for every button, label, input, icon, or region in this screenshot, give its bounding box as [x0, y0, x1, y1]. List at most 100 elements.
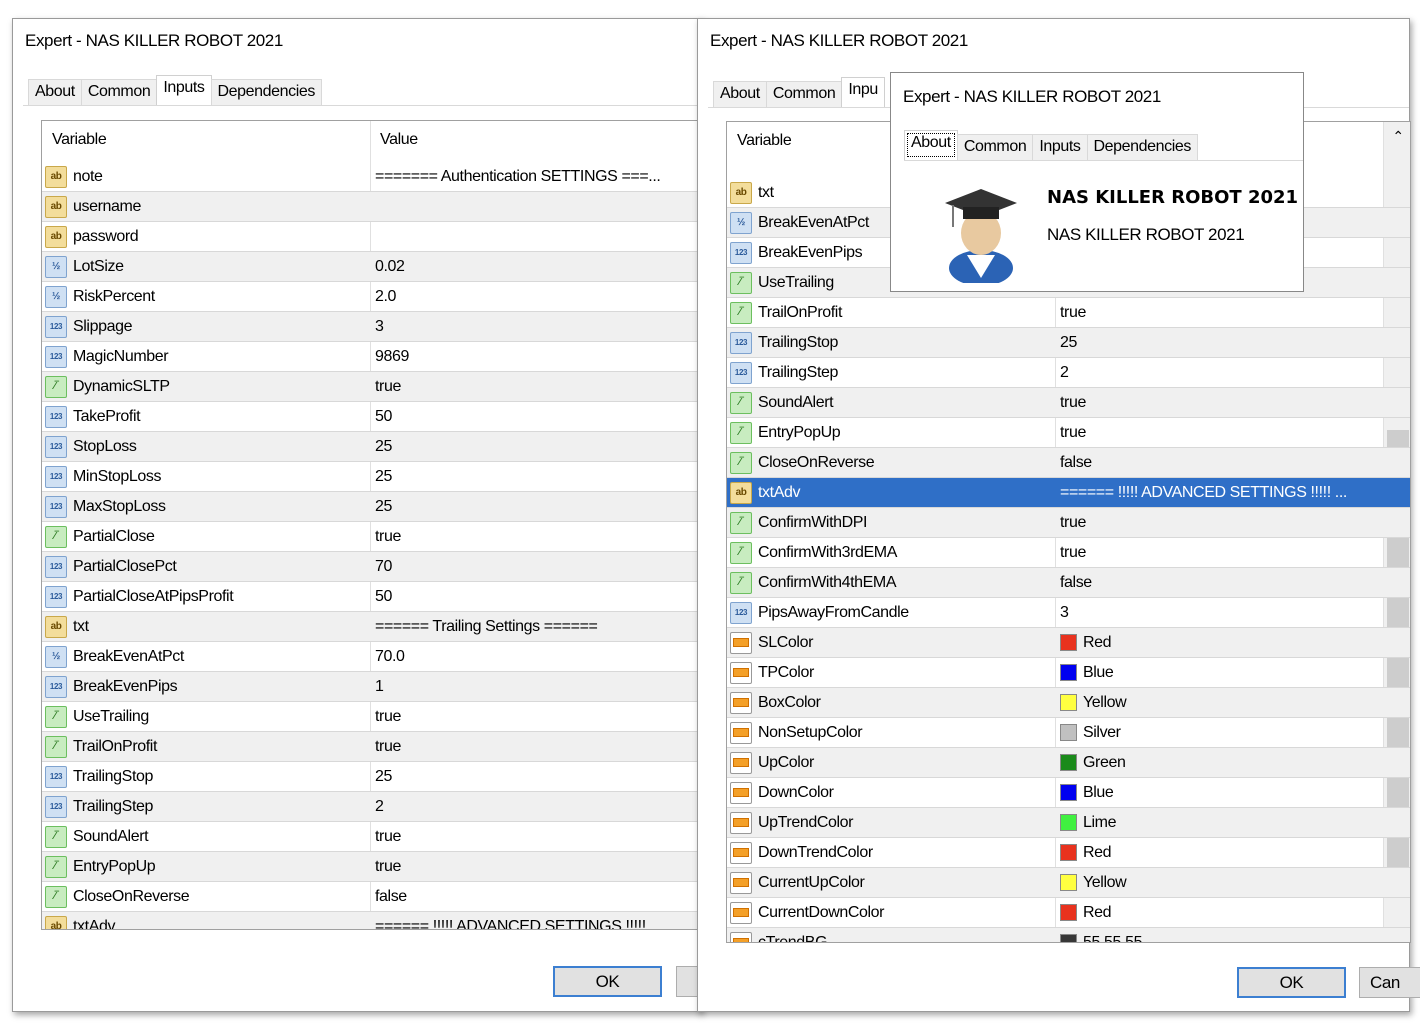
value-cell[interactable]: Blue — [1060, 778, 1114, 808]
value-cell[interactable]: 2.0 — [375, 282, 396, 312]
value-cell[interactable]: true — [1060, 388, 1086, 418]
value-cell[interactable]: 2 — [1060, 358, 1069, 388]
table-row[interactable]: ab username — [42, 192, 702, 222]
value-cell[interactable]: false — [375, 882, 407, 912]
table-row[interactable]: 123 PipsAwayFromCandle 3 — [727, 598, 1410, 628]
scroll-up-arrow-icon[interactable]: ⌃ — [1384, 128, 1410, 145]
table-row[interactable]: ⁄‾ DynamicSLTP true — [42, 372, 702, 402]
value-cell[interactable]: 0.02 — [375, 252, 405, 282]
tab-inputs[interactable]: Inputs — [1032, 134, 1088, 160]
value-cell[interactable]: 50 — [375, 402, 392, 432]
value-cell[interactable]: Red — [1060, 898, 1112, 928]
tab-inputs[interactable]: Inputs — [156, 75, 212, 105]
table-row[interactable]: ½ RiskPercent 2.0 — [42, 282, 702, 312]
value-cell[interactable]: true — [1060, 298, 1086, 328]
value-cell[interactable]: 3 — [375, 312, 384, 342]
tab-common[interactable]: Common — [956, 134, 1034, 160]
cancel-button[interactable]: Can — [1359, 967, 1420, 998]
value-cell[interactable]: Blue — [1060, 658, 1114, 688]
table-row[interactable]: 123 StopLoss 25 — [42, 432, 702, 462]
table-row[interactable]: BoxColor Yellow — [727, 688, 1410, 718]
value-cell[interactable]: false — [1060, 448, 1092, 478]
value-cell[interactable]: ====== !!!!! ADVANCED SETTINGS !!!!! ... — [1060, 478, 1347, 508]
tab-dependencies[interactable]: Dependencies — [210, 79, 323, 105]
table-row[interactable]: 123 TrailingStep 2 — [727, 358, 1410, 388]
tab-about[interactable]: About — [904, 130, 958, 160]
table-row[interactable]: ⁄‾ ConfirmWith4thEMA false — [727, 568, 1410, 598]
value-cell[interactable]: true — [375, 522, 401, 552]
value-cell[interactable]: true — [375, 852, 401, 882]
value-cell[interactable]: 1 — [375, 672, 384, 702]
table-row[interactable]: 123 MaxStopLoss 25 — [42, 492, 702, 522]
value-cell[interactable]: 25 — [375, 762, 392, 792]
table-row[interactable]: cTrendBG 55,55,55 — [727, 928, 1410, 942]
tab-about[interactable]: About — [28, 79, 82, 105]
value-cell[interactable]: Yellow — [1060, 688, 1127, 718]
table-row[interactable]: NonSetupColor Silver — [727, 718, 1410, 748]
table-row[interactable]: ab password — [42, 222, 702, 252]
value-cell[interactable]: Yellow — [1060, 868, 1127, 898]
table-row[interactable]: ⁄‾ SoundAlert true — [42, 822, 702, 852]
value-cell[interactable]: Red — [1060, 628, 1112, 658]
value-cell[interactable]: 25 — [375, 432, 392, 462]
table-row[interactable]: 123 TakeProfit 50 — [42, 402, 702, 432]
value-cell[interactable]: 70.0 — [375, 642, 405, 672]
value-cell[interactable]: true — [375, 372, 401, 402]
value-cell[interactable]: 50 — [375, 582, 392, 612]
table-row[interactable]: 123 Slippage 3 — [42, 312, 702, 342]
value-cell[interactable]: 3 — [1060, 598, 1069, 628]
tab-common[interactable]: Common — [765, 81, 843, 107]
table-row[interactable]: ⁄‾ ConfirmWith3rdEMA true — [727, 538, 1410, 568]
value-cell[interactable]: true — [1060, 508, 1086, 538]
table-row[interactable]: 123 PartialClosePct 70 — [42, 552, 702, 582]
table-row[interactable]: ⁄‾ SoundAlert true — [727, 388, 1410, 418]
table-row[interactable]: UpColor Green — [727, 748, 1410, 778]
table-row[interactable]: ½ LotSize 0.02 — [42, 252, 702, 282]
value-cell[interactable]: 25 — [375, 462, 392, 492]
table-row[interactable]: SLColor Red — [727, 628, 1410, 658]
tab-dependencies[interactable]: Dependencies — [1086, 134, 1199, 160]
value-cell[interactable]: true — [375, 732, 401, 762]
table-row[interactable]: CurrentUpColor Yellow — [727, 868, 1410, 898]
value-cell[interactable]: true — [375, 822, 401, 852]
table-row[interactable]: ⁄‾ UseTrailing true — [42, 702, 702, 732]
table-row[interactable]: 123 BreakEvenPips 1 — [42, 672, 702, 702]
value-cell[interactable]: 25 — [1060, 328, 1077, 358]
table-row[interactable]: 123 PartialCloseAtPipsProfit 50 — [42, 582, 702, 612]
table-row[interactable]: ⁄‾ EntryPopUp true — [727, 418, 1410, 448]
table-row[interactable]: ab note ======= Authentication SETTINGS ==… — [42, 162, 702, 192]
value-cell[interactable]: Green — [1060, 748, 1126, 778]
table-row[interactable]: ⁄‾ ConfirmWithDPI true — [727, 508, 1410, 538]
table-row[interactable]: DownColor Blue — [727, 778, 1410, 808]
table-row[interactable]: 123 MinStopLoss 25 — [42, 462, 702, 492]
table-row[interactable]: ab txtAdv ====== !!!!! ADVANCED SETTINGS !… — [727, 478, 1410, 508]
table-row[interactable]: ab txt ====== Trailing Settings ====== — [42, 612, 702, 642]
ok-button[interactable]: OK — [553, 966, 662, 997]
value-cell[interactable]: 70 — [375, 552, 392, 582]
tab-about[interactable]: About — [713, 81, 767, 107]
table-row[interactable]: ⁄‾ CloseOnReverse false — [42, 882, 702, 912]
value-cell[interactable]: 25 — [375, 492, 392, 522]
table-row[interactable]: ⁄‾ CloseOnReverse false — [727, 448, 1410, 478]
table-row[interactable]: ½ BreakEvenAtPct 70.0 — [42, 642, 702, 672]
value-cell[interactable]: true — [1060, 538, 1086, 568]
value-cell[interactable]: Silver — [1060, 718, 1121, 748]
table-row[interactable]: ab txtAdv ====== !!!!! ADVANCED SETTINGS !… — [42, 912, 702, 930]
value-cell[interactable]: 2 — [375, 792, 384, 822]
table-row[interactable]: 123 TrailingStop 25 — [42, 762, 702, 792]
table-row[interactable]: ⁄‾ TrailOnProfit true — [727, 298, 1410, 328]
ok-button[interactable]: OK — [1237, 967, 1346, 998]
table-row[interactable]: 123 TrailingStop 25 — [727, 328, 1410, 358]
value-cell[interactable]: false — [1060, 568, 1092, 598]
table-row[interactable]: 123 MagicNumber 9869 — [42, 342, 702, 372]
value-cell[interactable]: ====== !!!!! ADVANCED SETTINGS !!!!! ... — [375, 912, 662, 930]
value-cell[interactable]: 9869 — [375, 342, 409, 372]
table-row[interactable]: CurrentDownColor Red — [727, 898, 1410, 928]
table-row[interactable]: ⁄‾ PartialClose true — [42, 522, 702, 552]
table-row[interactable]: ⁄‾ EntryPopUp true — [42, 852, 702, 882]
tab-inpu[interactable]: Inpu — [841, 77, 885, 107]
value-cell[interactable]: true — [375, 702, 401, 732]
column-header-variable[interactable]: Variable — [42, 121, 370, 157]
table-row[interactable]: 123 TrailingStep 2 — [42, 792, 702, 822]
table-row[interactable]: TPColor Blue — [727, 658, 1410, 688]
